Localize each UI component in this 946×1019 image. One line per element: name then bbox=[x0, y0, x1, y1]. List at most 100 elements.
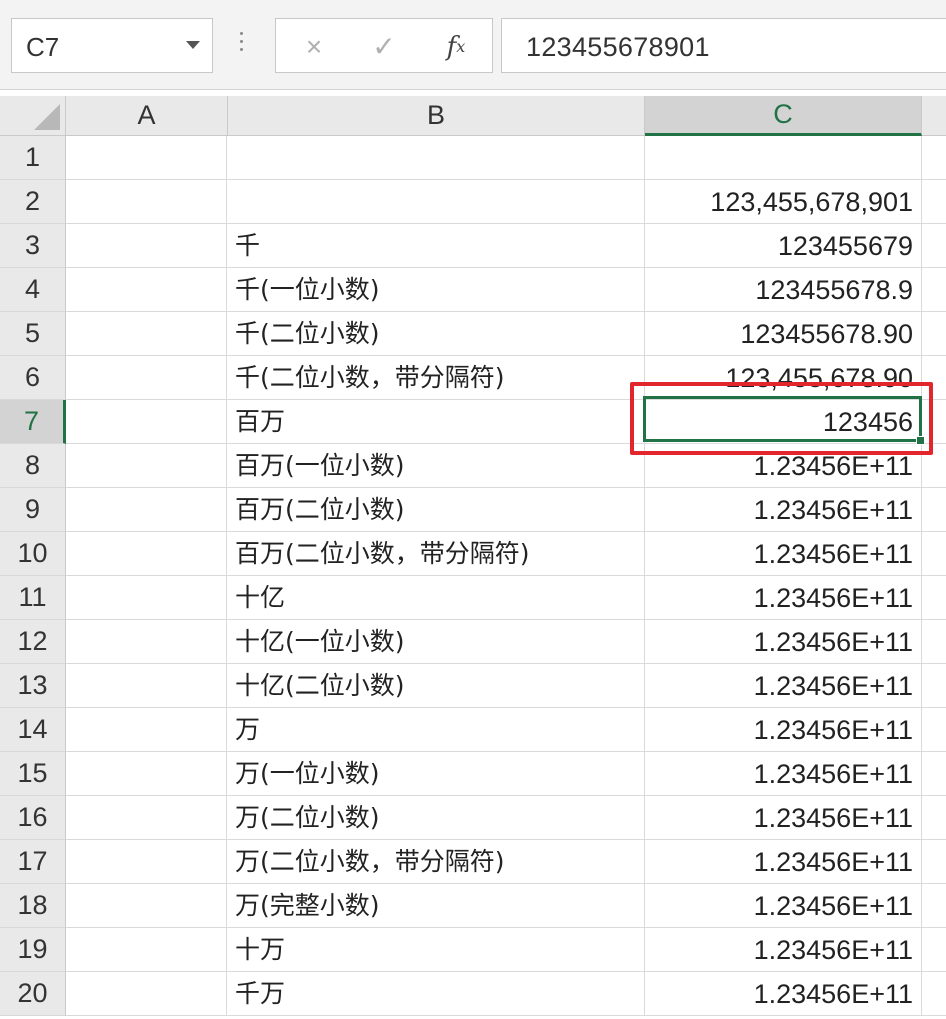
cell-b[interactable]: 万(一位小数) bbox=[227, 752, 645, 796]
cell-c[interactable]: 1.23456E+11 bbox=[645, 708, 922, 752]
cell-c[interactable]: 1.23456E+11 bbox=[645, 840, 922, 884]
cell-a[interactable] bbox=[66, 752, 227, 796]
cell-c[interactable]: 1.23456E+11 bbox=[645, 532, 922, 576]
cell-b[interactable]: 万(二位小数，带分隔符) bbox=[227, 840, 645, 884]
cell-d[interactable] bbox=[922, 136, 946, 180]
active-cell[interactable]: 123456 bbox=[645, 400, 922, 444]
cell-c[interactable]: 1.23456E+11 bbox=[645, 664, 922, 708]
name-box[interactable]: C7 bbox=[11, 18, 213, 73]
cell-c[interactable]: 1.23456E+11 bbox=[645, 972, 922, 1016]
cell-b[interactable]: 百万 bbox=[227, 400, 645, 444]
cell-b[interactable]: 千(二位小数，带分隔符) bbox=[227, 356, 645, 400]
cell-a[interactable] bbox=[66, 180, 227, 224]
row-header[interactable]: 18 bbox=[0, 884, 66, 928]
row-header[interactable]: 16 bbox=[0, 796, 66, 840]
cell-c[interactable]: 1.23456E+11 bbox=[645, 620, 922, 664]
cell-a[interactable] bbox=[66, 224, 227, 268]
cell-a[interactable] bbox=[66, 796, 227, 840]
cell-d[interactable] bbox=[922, 268, 946, 312]
cell-a[interactable] bbox=[66, 400, 227, 444]
insert-function-icon[interactable]: fx bbox=[426, 19, 486, 74]
cell-b[interactable]: 百万(一位小数) bbox=[227, 444, 645, 488]
cell-b[interactable]: 十亿(二位小数) bbox=[227, 664, 645, 708]
cell-b[interactable]: 十亿 bbox=[227, 576, 645, 620]
cell-d[interactable] bbox=[922, 180, 946, 224]
cell-d[interactable] bbox=[922, 928, 946, 972]
cell-c[interactable]: 123455678.90 bbox=[645, 312, 922, 356]
cell-a[interactable] bbox=[66, 356, 227, 400]
column-header-d[interactable] bbox=[922, 96, 946, 136]
row-header[interactable]: 11 bbox=[0, 576, 66, 620]
select-all-button[interactable] bbox=[0, 96, 66, 136]
row-header[interactable]: 2 bbox=[0, 180, 66, 224]
cell-c[interactable]: 1.23456E+11 bbox=[645, 488, 922, 532]
cell-d[interactable] bbox=[922, 752, 946, 796]
row-header[interactable]: 7 bbox=[0, 400, 66, 444]
row-header[interactable]: 8 bbox=[0, 444, 66, 488]
formula-input[interactable]: 123455678901 bbox=[501, 18, 946, 73]
cell-b[interactable] bbox=[227, 180, 645, 224]
row-header[interactable]: 3 bbox=[0, 224, 66, 268]
cell-d[interactable] bbox=[922, 884, 946, 928]
cell-d[interactable] bbox=[922, 224, 946, 268]
check-icon[interactable]: ✓ bbox=[354, 19, 414, 74]
cell-c[interactable]: 123455678.9 bbox=[645, 268, 922, 312]
cell-c[interactable]: 123,455,678,901 bbox=[645, 180, 922, 224]
cell-d[interactable] bbox=[922, 400, 946, 444]
cell-a[interactable] bbox=[66, 928, 227, 972]
cell-d[interactable] bbox=[922, 972, 946, 1016]
cell-a[interactable] bbox=[66, 268, 227, 312]
row-header[interactable]: 20 bbox=[0, 972, 66, 1016]
cell-c[interactable]: 1.23456E+11 bbox=[645, 752, 922, 796]
cell-d[interactable] bbox=[922, 840, 946, 884]
cell-c[interactable]: 1.23456E+11 bbox=[645, 796, 922, 840]
drag-handle-icon[interactable] bbox=[240, 32, 244, 58]
column-header-c[interactable]: C bbox=[645, 96, 922, 136]
row-header[interactable]: 4 bbox=[0, 268, 66, 312]
row-header[interactable]: 10 bbox=[0, 532, 66, 576]
cell-a[interactable] bbox=[66, 444, 227, 488]
cancel-icon[interactable]: × bbox=[284, 19, 344, 74]
row-header[interactable]: 19 bbox=[0, 928, 66, 972]
cell-c[interactable]: 123455679 bbox=[645, 224, 922, 268]
row-header[interactable]: 14 bbox=[0, 708, 66, 752]
cell-a[interactable] bbox=[66, 708, 227, 752]
cell-c[interactable] bbox=[645, 136, 922, 180]
cell-d[interactable] bbox=[922, 576, 946, 620]
column-header-a[interactable]: A bbox=[66, 96, 228, 136]
cell-a[interactable] bbox=[66, 972, 227, 1016]
cell-b[interactable]: 百万(二位小数，带分隔符) bbox=[227, 532, 645, 576]
cell-d[interactable] bbox=[922, 444, 946, 488]
cell-b[interactable]: 千万 bbox=[227, 972, 645, 1016]
cell-b[interactable]: 百万(二位小数) bbox=[227, 488, 645, 532]
row-header[interactable]: 5 bbox=[0, 312, 66, 356]
row-header[interactable]: 12 bbox=[0, 620, 66, 664]
cell-a[interactable] bbox=[66, 664, 227, 708]
row-header[interactable]: 1 bbox=[0, 136, 66, 180]
cell-b[interactable]: 十万 bbox=[227, 928, 645, 972]
cell-c[interactable]: 1.23456E+11 bbox=[645, 928, 922, 972]
row-header[interactable]: 15 bbox=[0, 752, 66, 796]
cell-a[interactable] bbox=[66, 884, 227, 928]
cell-c[interactable]: 123,455,678.90 bbox=[645, 356, 922, 400]
cell-b[interactable]: 千(二位小数) bbox=[227, 312, 645, 356]
cell-b[interactable]: 万 bbox=[227, 708, 645, 752]
row-header[interactable]: 17 bbox=[0, 840, 66, 884]
cell-d[interactable] bbox=[922, 488, 946, 532]
cell-d[interactable] bbox=[922, 664, 946, 708]
cell-d[interactable] bbox=[922, 620, 946, 664]
cell-d[interactable] bbox=[922, 312, 946, 356]
cell-a[interactable] bbox=[66, 840, 227, 884]
row-header[interactable]: 6 bbox=[0, 356, 66, 400]
cell-a[interactable] bbox=[66, 576, 227, 620]
cell-a[interactable] bbox=[66, 620, 227, 664]
row-header[interactable]: 9 bbox=[0, 488, 66, 532]
cell-c[interactable]: 1.23456E+11 bbox=[645, 444, 922, 488]
cell-b[interactable]: 千 bbox=[227, 224, 645, 268]
cell-b[interactable]: 万(二位小数) bbox=[227, 796, 645, 840]
cell-a[interactable] bbox=[66, 488, 227, 532]
column-header-b[interactable]: B bbox=[228, 96, 645, 136]
cell-a[interactable] bbox=[66, 136, 227, 180]
cell-c[interactable]: 1.23456E+11 bbox=[645, 884, 922, 928]
cell-d[interactable] bbox=[922, 796, 946, 840]
